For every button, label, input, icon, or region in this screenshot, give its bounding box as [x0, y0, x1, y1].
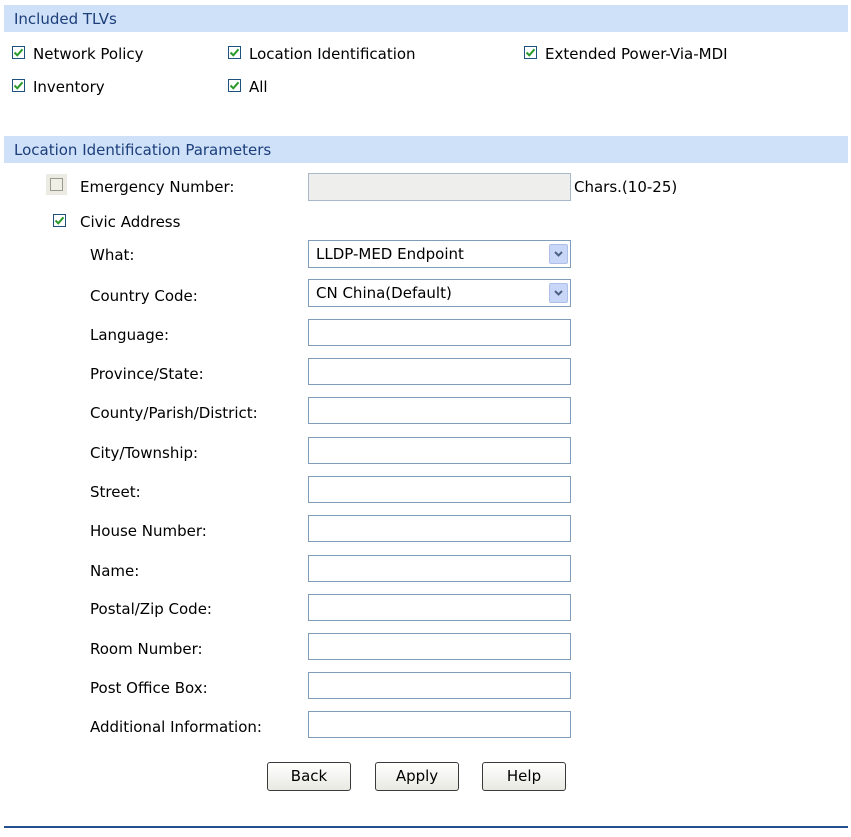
postal-zip-code-label: Postal/Zip Code: [90, 600, 212, 618]
house-number-input[interactable] [308, 515, 571, 542]
additional-information-input[interactable] [308, 711, 571, 738]
extended-power-via-mdi-checkbox[interactable] [524, 46, 537, 59]
bottom-divider [4, 826, 848, 828]
county-parish-district-label: County/Parish/District: [90, 404, 258, 422]
apply-button[interactable]: Apply [375, 762, 459, 791]
county-parish-district-input[interactable] [308, 397, 571, 424]
network-policy-label: Network Policy [33, 45, 144, 63]
postal-zip-code-input[interactable] [308, 594, 571, 621]
country-code-selected-value: CN China(Default) [316, 284, 452, 302]
all-checkbox[interactable] [228, 79, 241, 92]
province-state-label: Province/State: [90, 365, 204, 383]
room-number-label: Room Number: [90, 640, 203, 658]
emergency-number-hint: Chars.(10-25) [574, 178, 678, 196]
room-number-input[interactable] [308, 633, 571, 660]
additional-information-label: Additional Information: [90, 718, 262, 736]
language-input[interactable] [308, 319, 571, 346]
city-township-input[interactable] [308, 437, 571, 464]
extended-power-via-mdi-label: Extended Power-Via-MDI [545, 45, 728, 63]
province-state-input[interactable] [308, 358, 571, 385]
emergency-number-checkbox[interactable] [50, 178, 63, 191]
street-label: Street: [90, 483, 141, 501]
city-township-label: City/Township: [90, 444, 199, 462]
help-button[interactable]: Help [482, 762, 566, 791]
checkmark-icon [229, 48, 240, 57]
house-number-label: House Number: [90, 522, 207, 540]
chevron-down-icon[interactable] [549, 244, 568, 264]
country-code-select[interactable]: CN China(Default) [308, 279, 571, 307]
post-office-box-label: Post Office Box: [90, 679, 208, 697]
included-tlvs-title: Included TLVs [14, 10, 117, 28]
included-tlvs-header: Included TLVs [4, 5, 848, 32]
civic-address-label: Civic Address [80, 213, 181, 231]
emergency-number-label: Emergency Number: [80, 178, 235, 196]
what-label: What: [90, 246, 135, 264]
checkmark-icon [525, 48, 536, 57]
network-policy-checkbox[interactable] [12, 46, 25, 59]
name-label: Name: [90, 562, 140, 580]
checkmark-icon [229, 81, 240, 90]
checkmark-icon [13, 48, 24, 57]
emergency-number-input[interactable] [308, 173, 571, 201]
name-input[interactable] [308, 555, 571, 582]
location-parameters-title: Location Identification Parameters [14, 141, 272, 159]
chevron-down-icon[interactable] [549, 283, 568, 303]
street-input[interactable] [308, 476, 571, 503]
what-selected-value: LLDP-MED Endpoint [316, 245, 464, 263]
post-office-box-input[interactable] [308, 672, 571, 699]
location-parameters-header: Location Identification Parameters [4, 136, 848, 163]
inventory-label: Inventory [33, 78, 105, 96]
civic-address-checkbox[interactable] [53, 214, 66, 227]
what-select[interactable]: LLDP-MED Endpoint [308, 240, 571, 268]
inventory-checkbox[interactable] [12, 79, 25, 92]
location-identification-label: Location Identification [249, 45, 416, 63]
checkmark-icon [13, 81, 24, 90]
language-label: Language: [90, 326, 170, 344]
location-identification-checkbox[interactable] [228, 46, 241, 59]
checkmark-icon [54, 216, 65, 225]
country-code-label: Country Code: [90, 287, 198, 305]
emergency-number-checkbox-wrap [46, 174, 67, 195]
all-label: All [249, 78, 268, 96]
back-button[interactable]: Back [267, 762, 351, 791]
